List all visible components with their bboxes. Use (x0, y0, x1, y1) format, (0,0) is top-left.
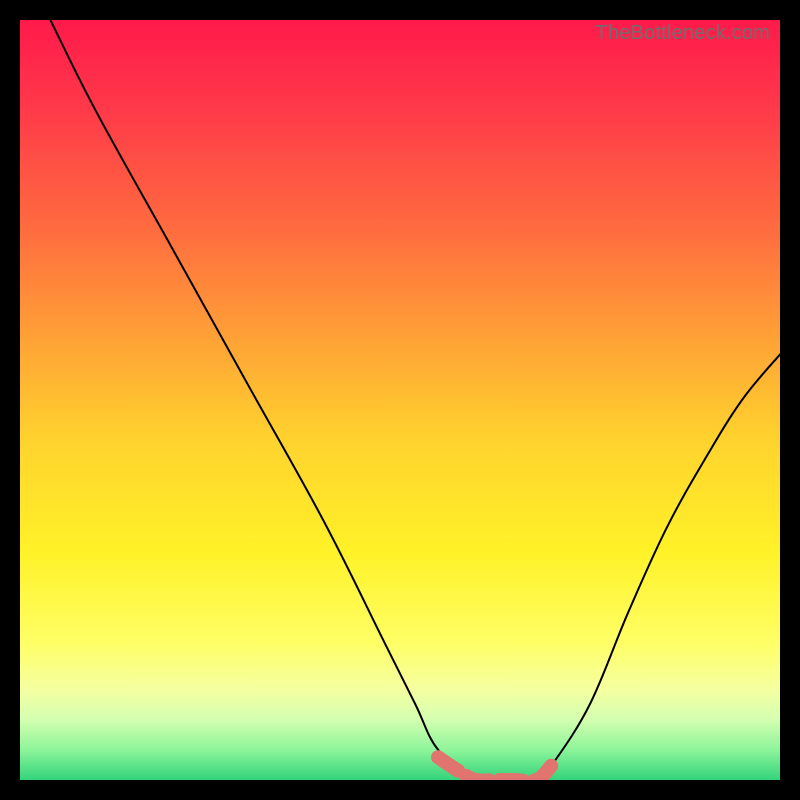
bottleneck-curve (50, 20, 780, 780)
curve-layer (20, 20, 780, 780)
optimal-band (438, 757, 552, 780)
watermark-text: TheBottleneck.com (595, 22, 770, 45)
plot-area: TheBottleneck.com (20, 20, 780, 780)
chart-frame: TheBottleneck.com (0, 0, 800, 800)
